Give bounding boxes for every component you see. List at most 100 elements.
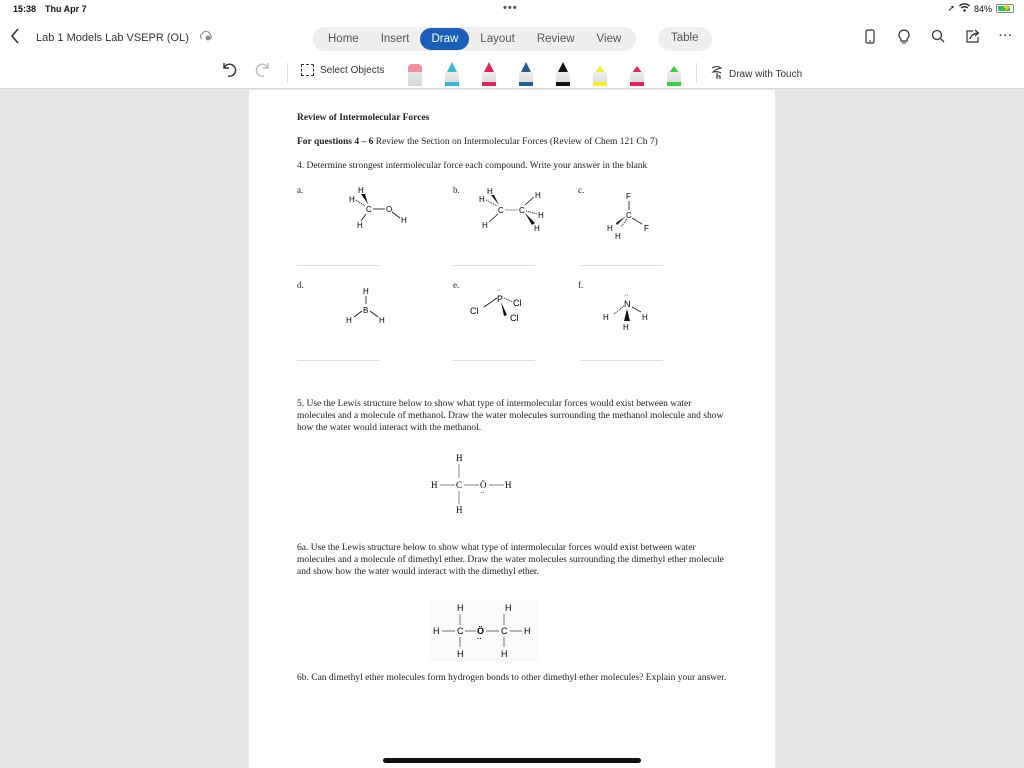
tab-view[interactable]: View bbox=[586, 28, 633, 50]
select-objects-button[interactable]: Select Objects bbox=[301, 64, 384, 76]
touch-hand-icon bbox=[710, 65, 724, 83]
status-right: ➚ 84% ⚡ bbox=[947, 3, 1014, 14]
svg-text:H: H bbox=[379, 316, 385, 325]
svg-text:H: H bbox=[431, 480, 438, 490]
battery-percent: 84% bbox=[973, 3, 992, 14]
question-6b: 6b. Can dimethyl ether molecules form hy… bbox=[297, 673, 727, 683]
answer-blank-f[interactable] bbox=[581, 360, 663, 361]
label-f: f. bbox=[578, 280, 584, 290]
atom-h: H bbox=[357, 221, 363, 230]
share-icon[interactable] bbox=[964, 29, 980, 48]
hash-bond bbox=[355, 199, 366, 207]
more-icon[interactable]: ··· bbox=[998, 29, 1014, 48]
answer-blank-b[interactable] bbox=[453, 265, 535, 266]
svg-text:H: H bbox=[535, 191, 541, 200]
wedge-bond bbox=[361, 194, 368, 204]
molecule-a-methanol: H H C O H H bbox=[349, 186, 407, 230]
tab-layout[interactable]: Layout bbox=[469, 28, 526, 50]
select-objects-label: Select Objects bbox=[320, 64, 385, 76]
atom-h: H bbox=[358, 186, 364, 195]
tab-insert[interactable]: Insert bbox=[370, 28, 421, 50]
pen-cyan-tool[interactable] bbox=[443, 60, 461, 86]
svg-text:H: H bbox=[501, 649, 508, 659]
svg-text:N: N bbox=[624, 299, 631, 309]
answer-blank-c[interactable] bbox=[581, 265, 663, 266]
atom-h: H bbox=[349, 195, 355, 204]
highlighter-green-tool[interactable] bbox=[665, 60, 683, 86]
back-chevron-icon[interactable] bbox=[10, 28, 20, 49]
svg-text:H: H bbox=[538, 211, 544, 220]
pen-pink-tool[interactable] bbox=[480, 60, 498, 86]
svg-text:F: F bbox=[626, 192, 631, 201]
svg-text:··: ·· bbox=[624, 292, 629, 299]
tab-table[interactable]: Table bbox=[658, 27, 712, 51]
molecule-f-ammonia: ·· N H H H bbox=[603, 292, 648, 332]
status-date: Thu Apr 7 bbox=[45, 4, 87, 14]
select-objects-icon bbox=[301, 64, 314, 76]
svg-text:C: C bbox=[519, 206, 525, 215]
pen-blue-tool[interactable] bbox=[517, 60, 535, 86]
svg-text:B: B bbox=[363, 306, 368, 315]
svg-text:H: H bbox=[346, 316, 352, 325]
svg-text:H: H bbox=[456, 505, 463, 515]
atom-c: C bbox=[366, 205, 372, 214]
answer-blank-a[interactable] bbox=[297, 265, 379, 266]
atom-h: H bbox=[401, 216, 407, 225]
svg-text:H: H bbox=[505, 480, 512, 490]
svg-text:H: H bbox=[524, 626, 531, 636]
question-5: 5. Use the Lewis structure below to show… bbox=[297, 399, 724, 433]
redo-icon[interactable] bbox=[255, 61, 271, 82]
molecule-b-ethane: H H C C H H H H bbox=[479, 187, 544, 233]
undo-icon[interactable] bbox=[221, 61, 237, 82]
tab-draw[interactable]: Draw bbox=[420, 28, 470, 50]
draw-with-touch-button[interactable]: Draw with Touch bbox=[710, 65, 802, 83]
status-bar: 15:38 Thu Apr 7 ••• ➚ 84% ⚡ bbox=[0, 0, 1024, 20]
molecule-c-difluoromethane: F C F H H bbox=[607, 192, 649, 241]
document-page[interactable]: Review of Intermolecular Forces For ques… bbox=[249, 90, 775, 768]
svg-text:··: ·· bbox=[477, 636, 482, 643]
instructions-line: For questions 4 – 6 Review the Section o… bbox=[297, 136, 658, 148]
tab-review[interactable]: Review bbox=[526, 28, 586, 50]
pen-black-tool[interactable] bbox=[554, 60, 572, 86]
answer-blank-d[interactable] bbox=[297, 360, 379, 361]
answer-blank-e[interactable] bbox=[453, 360, 535, 361]
svg-text:··: ·· bbox=[480, 489, 485, 497]
svg-text:H: H bbox=[482, 221, 488, 230]
top-right-icons: ··· bbox=[862, 29, 1014, 48]
highlighter-yellow-tool[interactable] bbox=[591, 60, 609, 86]
wifi-icon bbox=[959, 3, 970, 14]
search-icon[interactable] bbox=[930, 29, 946, 48]
svg-text:H: H bbox=[479, 195, 485, 204]
home-indicator[interactable] bbox=[383, 758, 641, 763]
cloud-sync-icon[interactable] bbox=[199, 30, 213, 45]
document-title[interactable]: Lab 1 Models Lab VSEPR (OL) bbox=[36, 32, 189, 44]
svg-text:P: P bbox=[497, 294, 503, 304]
lightbulb-icon[interactable] bbox=[896, 29, 912, 48]
svg-text:H: H bbox=[505, 603, 512, 613]
label-b: b. bbox=[453, 185, 460, 195]
multitasking-dots-icon[interactable]: ••• bbox=[503, 2, 518, 14]
tab-home[interactable]: Home bbox=[317, 28, 370, 50]
svg-text:C: C bbox=[626, 211, 632, 220]
svg-text:Cl: Cl bbox=[510, 313, 519, 323]
eraser-tool[interactable] bbox=[406, 60, 424, 86]
svg-text:C: C bbox=[456, 480, 462, 490]
svg-text:Ö: Ö bbox=[477, 626, 484, 636]
question-6a: 6a. Use the Lewis structure below to sho… bbox=[297, 543, 724, 577]
document-canvas[interactable]: Review of Intermolecular Forces For ques… bbox=[0, 90, 1024, 768]
title-bar: Lab 1 Models Lab VSEPR (OL) Home Insert … bbox=[0, 20, 1024, 56]
pen-tray bbox=[406, 60, 683, 86]
lewis-dimethyl-ether: H H C Ö ·· C H H H H bbox=[429, 600, 539, 662]
svg-text:C: C bbox=[501, 626, 508, 636]
svg-text:C: C bbox=[498, 206, 504, 215]
highlighter-pink-tool[interactable] bbox=[628, 60, 646, 86]
instructions-rest: Review the Section on Intermolecular For… bbox=[373, 137, 658, 147]
svg-text:··: ·· bbox=[496, 287, 501, 294]
question-4: 4. Determine strongest intermolecular fo… bbox=[297, 161, 648, 171]
svg-text:C: C bbox=[457, 626, 464, 636]
svg-text:H: H bbox=[615, 232, 621, 241]
phone-view-icon[interactable] bbox=[862, 29, 878, 48]
svg-text:H: H bbox=[534, 224, 540, 233]
svg-text:H: H bbox=[457, 649, 464, 659]
svg-text:H: H bbox=[607, 224, 613, 233]
